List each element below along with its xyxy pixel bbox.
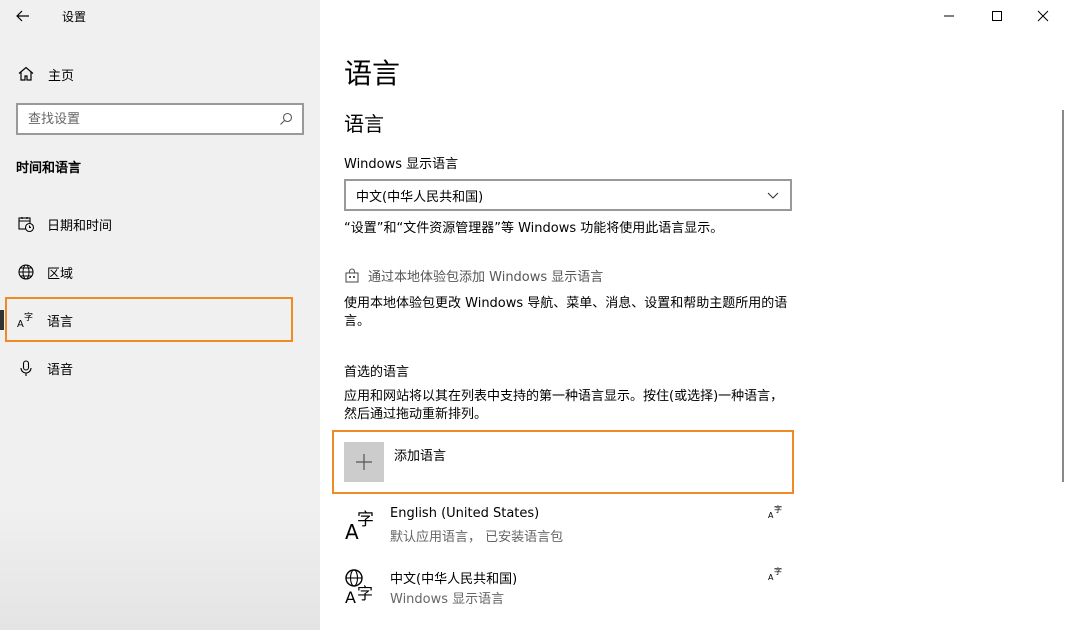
language-feature-icon: A 字 bbox=[768, 504, 782, 520]
store-link-text: 通过本地体验包添加 Windows 显示语言 bbox=[368, 270, 604, 285]
preferred-languages-title: 首选的语言 bbox=[344, 365, 410, 380]
window-title: 设置 bbox=[62, 9, 87, 24]
sidebar-item-language[interactable]: A 字 语言 bbox=[0, 300, 320, 340]
svg-text:字: 字 bbox=[774, 504, 782, 514]
close-button[interactable] bbox=[1020, 0, 1066, 32]
scrollbar[interactable] bbox=[1062, 110, 1064, 482]
display-language-value: 中文(中华人民共和国) bbox=[356, 189, 484, 205]
microphone-icon bbox=[17, 359, 35, 377]
display-language-icon: A 字 bbox=[345, 569, 373, 604]
language-name: English (United States) bbox=[390, 506, 540, 521]
svg-text:字: 字 bbox=[774, 566, 782, 576]
language-status: 默认应用语言， 已安装语言包 bbox=[390, 530, 564, 545]
language-list-item-english[interactable]: A 字 English (United States) 默认应用语言， 已安装语… bbox=[344, 504, 784, 554]
sidebar-item-label: 语音 bbox=[47, 362, 74, 378]
maximize-button[interactable] bbox=[974, 0, 1020, 32]
minimize-button[interactable] bbox=[926, 0, 972, 32]
language-icon: A 字 bbox=[345, 510, 374, 542]
search-icon[interactable] bbox=[278, 111, 294, 127]
display-language-label: Windows 显示语言 bbox=[344, 157, 459, 172]
plus-icon bbox=[356, 454, 372, 470]
svg-text:A: A bbox=[17, 319, 24, 329]
add-language-label: 添加语言 bbox=[394, 449, 447, 464]
page-title: 语言 bbox=[344, 57, 401, 90]
search-box bbox=[16, 103, 304, 135]
store-bag-icon bbox=[345, 267, 359, 283]
date-time-icon bbox=[17, 215, 35, 233]
language-status: Windows 显示语言 bbox=[390, 592, 505, 607]
search-input[interactable] bbox=[18, 105, 278, 133]
section-heading: 语言 bbox=[344, 112, 384, 136]
title-bar: 设置 bbox=[0, 0, 320, 32]
store-link[interactable]: 通过本地体验包添加 Windows 显示语言 bbox=[344, 266, 603, 285]
sidebar-item-label: 日期和时间 bbox=[47, 218, 113, 234]
preferred-languages-description: 应用和网站将以其在列表中支持的第一种语言显示。按住(或选择)一种语言，然后通过拖… bbox=[344, 389, 784, 422]
plus-tile bbox=[344, 442, 384, 482]
main-content: 语言 语言 Windows 显示语言 中文(中华人民共和国) “设置”和“文件资… bbox=[320, 0, 1067, 630]
home-icon bbox=[18, 66, 34, 81]
sidebar-item-label: 区域 bbox=[47, 266, 74, 282]
language-list-item-chinese[interactable]: A 字 中文(中华人民共和国) Windows 显示语言 A 字 bbox=[344, 566, 784, 616]
sidebar: 设置 主页 时间和语言 日期和时间 bbox=[0, 0, 320, 630]
store-description: 使用本地体验包更改 Windows 导航、菜单、消息、设置和帮助主题所用的语言。 bbox=[344, 296, 788, 329]
svg-text:字: 字 bbox=[357, 584, 373, 603]
language-name: 中文(中华人民共和国) bbox=[390, 572, 518, 587]
sidebar-item-region[interactable]: 区域 bbox=[0, 252, 320, 292]
back-button[interactable] bbox=[0, 0, 46, 32]
globe-icon bbox=[17, 263, 35, 281]
sidebar-item-date-time[interactable]: 日期和时间 bbox=[0, 204, 320, 244]
section-title: 时间和语言 bbox=[16, 161, 82, 176]
svg-text:字: 字 bbox=[357, 510, 374, 530]
language-feature-icon: A 字 bbox=[768, 566, 782, 582]
maximize-icon bbox=[992, 11, 1002, 21]
svg-text:字: 字 bbox=[24, 311, 33, 323]
sidebar-item-label: 语言 bbox=[47, 314, 74, 330]
sidebar-item-speech[interactable]: 语音 bbox=[0, 348, 320, 388]
home-nav-item[interactable]: 主页 bbox=[0, 56, 320, 92]
minimize-icon bbox=[944, 15, 954, 17]
display-language-description: “设置”和“文件资源管理器”等 Windows 功能将使用此语言显示。 bbox=[344, 221, 724, 236]
add-language-button[interactable]: 添加语言 bbox=[332, 430, 794, 494]
display-language-dropdown[interactable]: 中文(中华人民共和国) bbox=[344, 179, 792, 211]
language-icon: A 字 bbox=[17, 311, 35, 329]
chevron-down-icon bbox=[767, 192, 779, 199]
svg-text:A: A bbox=[345, 588, 356, 604]
home-label: 主页 bbox=[48, 68, 75, 84]
close-icon bbox=[1037, 10, 1049, 22]
back-arrow-icon bbox=[16, 10, 29, 22]
